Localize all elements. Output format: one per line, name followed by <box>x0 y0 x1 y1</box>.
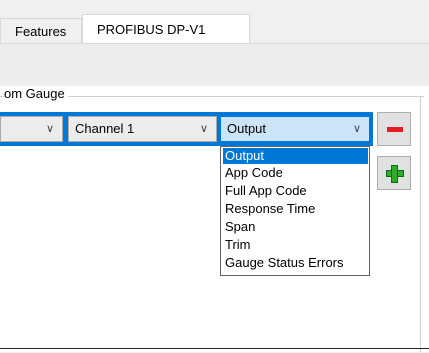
add-row-button[interactable] <box>377 156 411 190</box>
panel-divider <box>420 96 421 352</box>
chevron-down-icon: ∨ <box>352 123 361 135</box>
chevron-down-icon: ∨ <box>199 123 208 135</box>
tab-features-label: Features <box>15 24 67 39</box>
channel-select-value: Channel 1 <box>75 121 135 136</box>
dropdown-option-gauge-status-errors[interactable]: Gauge Status Errors <box>223 255 368 271</box>
dropdown-option-trim[interactable]: Trim <box>223 237 368 253</box>
minus-icon <box>387 127 403 132</box>
bottom-border <box>0 348 429 349</box>
tab-strip: Features PROFIBUS DP-V1 <box>0 0 429 44</box>
dropdown-option-span[interactable]: Span <box>223 219 368 235</box>
gauge-select[interactable]: ∨ <box>0 116 63 142</box>
tab-profibus-label: PROFIBUS DP-V1 <box>97 22 206 37</box>
dropdown-option-response-time[interactable]: Response Time <box>223 201 368 217</box>
output-dropdown-list: Output App Code Full App Code Response T… <box>220 146 370 276</box>
remove-row-button[interactable] <box>377 112 411 146</box>
groupbox-label: om Gauge <box>4 86 68 101</box>
dropdown-option-output[interactable]: Output <box>223 148 368 164</box>
toolbar-band <box>0 44 429 86</box>
tab-features[interactable]: Features <box>0 18 82 43</box>
output-select[interactable]: Output ∨ <box>220 116 370 142</box>
plus-icon-center <box>392 171 397 176</box>
channel-select[interactable]: Channel 1 ∨ <box>68 116 217 142</box>
tab-profibus-dp-v1[interactable]: PROFIBUS DP-V1 <box>82 14 250 44</box>
chevron-down-icon: ∨ <box>45 123 54 135</box>
dropdown-option-app-code[interactable]: App Code <box>223 165 368 181</box>
output-select-value: Output <box>227 121 267 136</box>
dropdown-option-full-app-code[interactable]: Full App Code <box>223 183 368 199</box>
